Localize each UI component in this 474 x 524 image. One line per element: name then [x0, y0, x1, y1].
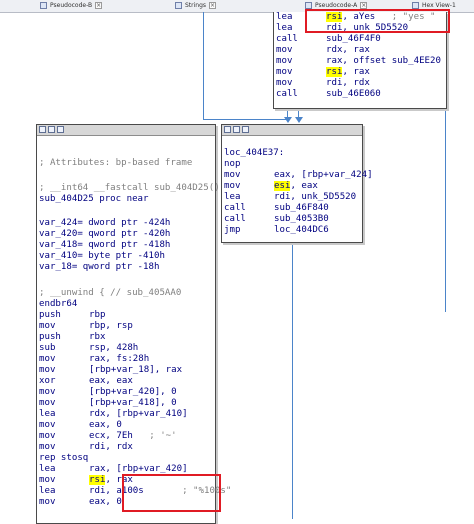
- asm-line[interactable]: lea rdx, [rbp+var_410]: [39, 409, 188, 420]
- close-icon[interactable]: ×: [209, 2, 217, 9]
- asm-line[interactable]: mov rsi, rax: [276, 67, 370, 78]
- hex-icon: [412, 2, 419, 9]
- code-block-loc-404e37[interactable]: loc_404E37: nop mov eax, [rbp+var_424] mo…: [221, 124, 373, 243]
- graph-icon[interactable]: [233, 126, 240, 133]
- asm-line[interactable]: xor eax, eax: [39, 376, 133, 387]
- asm-label[interactable]: loc_404E37:: [224, 148, 284, 159]
- pseudocode-icon: [40, 2, 47, 9]
- asm-line[interactable]: mov rbp, rsp: [39, 321, 133, 332]
- annotation-highlight-box: [305, 9, 450, 33]
- tab-label: Pseudocode-B: [50, 2, 93, 9]
- asm-line[interactable]: sub rsp, 428h: [39, 343, 138, 354]
- asm-line[interactable]: lea rdi, unk_5D5520: [224, 192, 356, 203]
- arrow-head-icon: [295, 117, 303, 123]
- asm-var[interactable]: var_18= qword ptr -18h: [39, 262, 159, 273]
- tab-pseudocode-b[interactable]: Pseudocode-B ×: [40, 0, 103, 12]
- flow-edge: [203, 119, 288, 120]
- asm-line[interactable]: mov eax, [rbp+var_424]: [224, 170, 373, 181]
- asm-line[interactable]: call sub_46E060: [276, 89, 381, 100]
- asm-comment[interactable]: ; __int64 __fastcall sub_404D25(): [39, 183, 220, 194]
- tab-label: Hex View-1: [422, 2, 456, 9]
- asm-var[interactable]: var_410= byte ptr -410h: [39, 251, 165, 262]
- asm-line[interactable]: mov [rbp+var_418], 0: [39, 398, 177, 409]
- asm-line[interactable]: call sub_46F840: [224, 203, 329, 214]
- asm-line[interactable]: mov rdi, rdx: [276, 78, 370, 89]
- asm-line[interactable]: mov [rbp+var_18], rax: [39, 365, 182, 376]
- tab-strings[interactable]: Strings ×: [175, 0, 217, 12]
- asm-line[interactable]: mov eax, 0: [39, 420, 122, 431]
- asm-line[interactable]: mov ecx, 7Eh ; '~': [39, 431, 177, 442]
- asm-proc[interactable]: sub_404D25 proc near: [39, 194, 149, 205]
- annotation-highlight-box: [122, 474, 221, 512]
- asm-var[interactable]: var_420= qword ptr -420h: [39, 229, 170, 240]
- asm-line[interactable]: push rbp: [39, 310, 105, 321]
- flow-edge: [292, 243, 293, 519]
- strings-icon: [175, 2, 182, 9]
- asm-line[interactable]: push rbx: [39, 332, 105, 343]
- asm-line[interactable]: endbr64: [39, 299, 77, 310]
- asm-comment[interactable]: ; Attributes: bp-based frame: [39, 158, 192, 169]
- asm-line[interactable]: call sub_4053B0: [224, 214, 329, 225]
- flow-edge: [203, 12, 204, 120]
- list-icon[interactable]: [57, 126, 64, 133]
- asm-line[interactable]: call sub_46F4F0: [276, 34, 381, 45]
- pseudocode-icon: [305, 2, 312, 9]
- asm-line[interactable]: mov rsi, rax: [39, 475, 133, 486]
- graph-icon[interactable]: [48, 126, 55, 133]
- list-icon[interactable]: [242, 126, 249, 133]
- tab-label: Pseudocode-A: [315, 2, 358, 9]
- arrow-head-icon: [284, 117, 292, 123]
- tab-label: Strings: [185, 2, 207, 9]
- close-icon[interactable]: ×: [360, 2, 368, 9]
- code-block-sub-404d25[interactable]: ; Attributes: bp-based frame ; __int64 _…: [36, 124, 231, 524]
- block-header: [37, 125, 215, 136]
- color-icon[interactable]: [39, 126, 46, 133]
- asm-line[interactable]: mov rdi, rdx: [39, 442, 133, 453]
- asm-line[interactable]: mov rax, fs:28h: [39, 354, 149, 365]
- asm-line[interactable]: rep stosq: [39, 453, 88, 464]
- asm-line[interactable]: mov rdx, rax: [276, 45, 370, 56]
- register-highlight: esi: [274, 181, 291, 191]
- block-header: [222, 125, 362, 136]
- asm-line[interactable]: mov eax, 0: [39, 497, 122, 508]
- asm-line[interactable]: mov [rbp+var_420], 0: [39, 387, 177, 398]
- asm-line[interactable]: mov esi, eax: [224, 181, 318, 192]
- color-icon[interactable]: [224, 126, 231, 133]
- asm-line[interactable]: nop: [224, 159, 274, 170]
- asm-line[interactable]: mov rax, offset sub_4EE20: [276, 56, 441, 67]
- close-icon[interactable]: ×: [95, 2, 103, 9]
- asm-var[interactable]: var_418= qword ptr -418h: [39, 240, 170, 251]
- register-highlight: rsi: [326, 67, 343, 77]
- register-highlight: rsi: [89, 475, 106, 485]
- asm-comment[interactable]: ; __unwind { // sub_405AA0: [39, 288, 181, 299]
- asm-line[interactable]: jmp loc_404DC6: [224, 225, 329, 236]
- asm-var[interactable]: var_424= dword ptr -424h: [39, 218, 170, 229]
